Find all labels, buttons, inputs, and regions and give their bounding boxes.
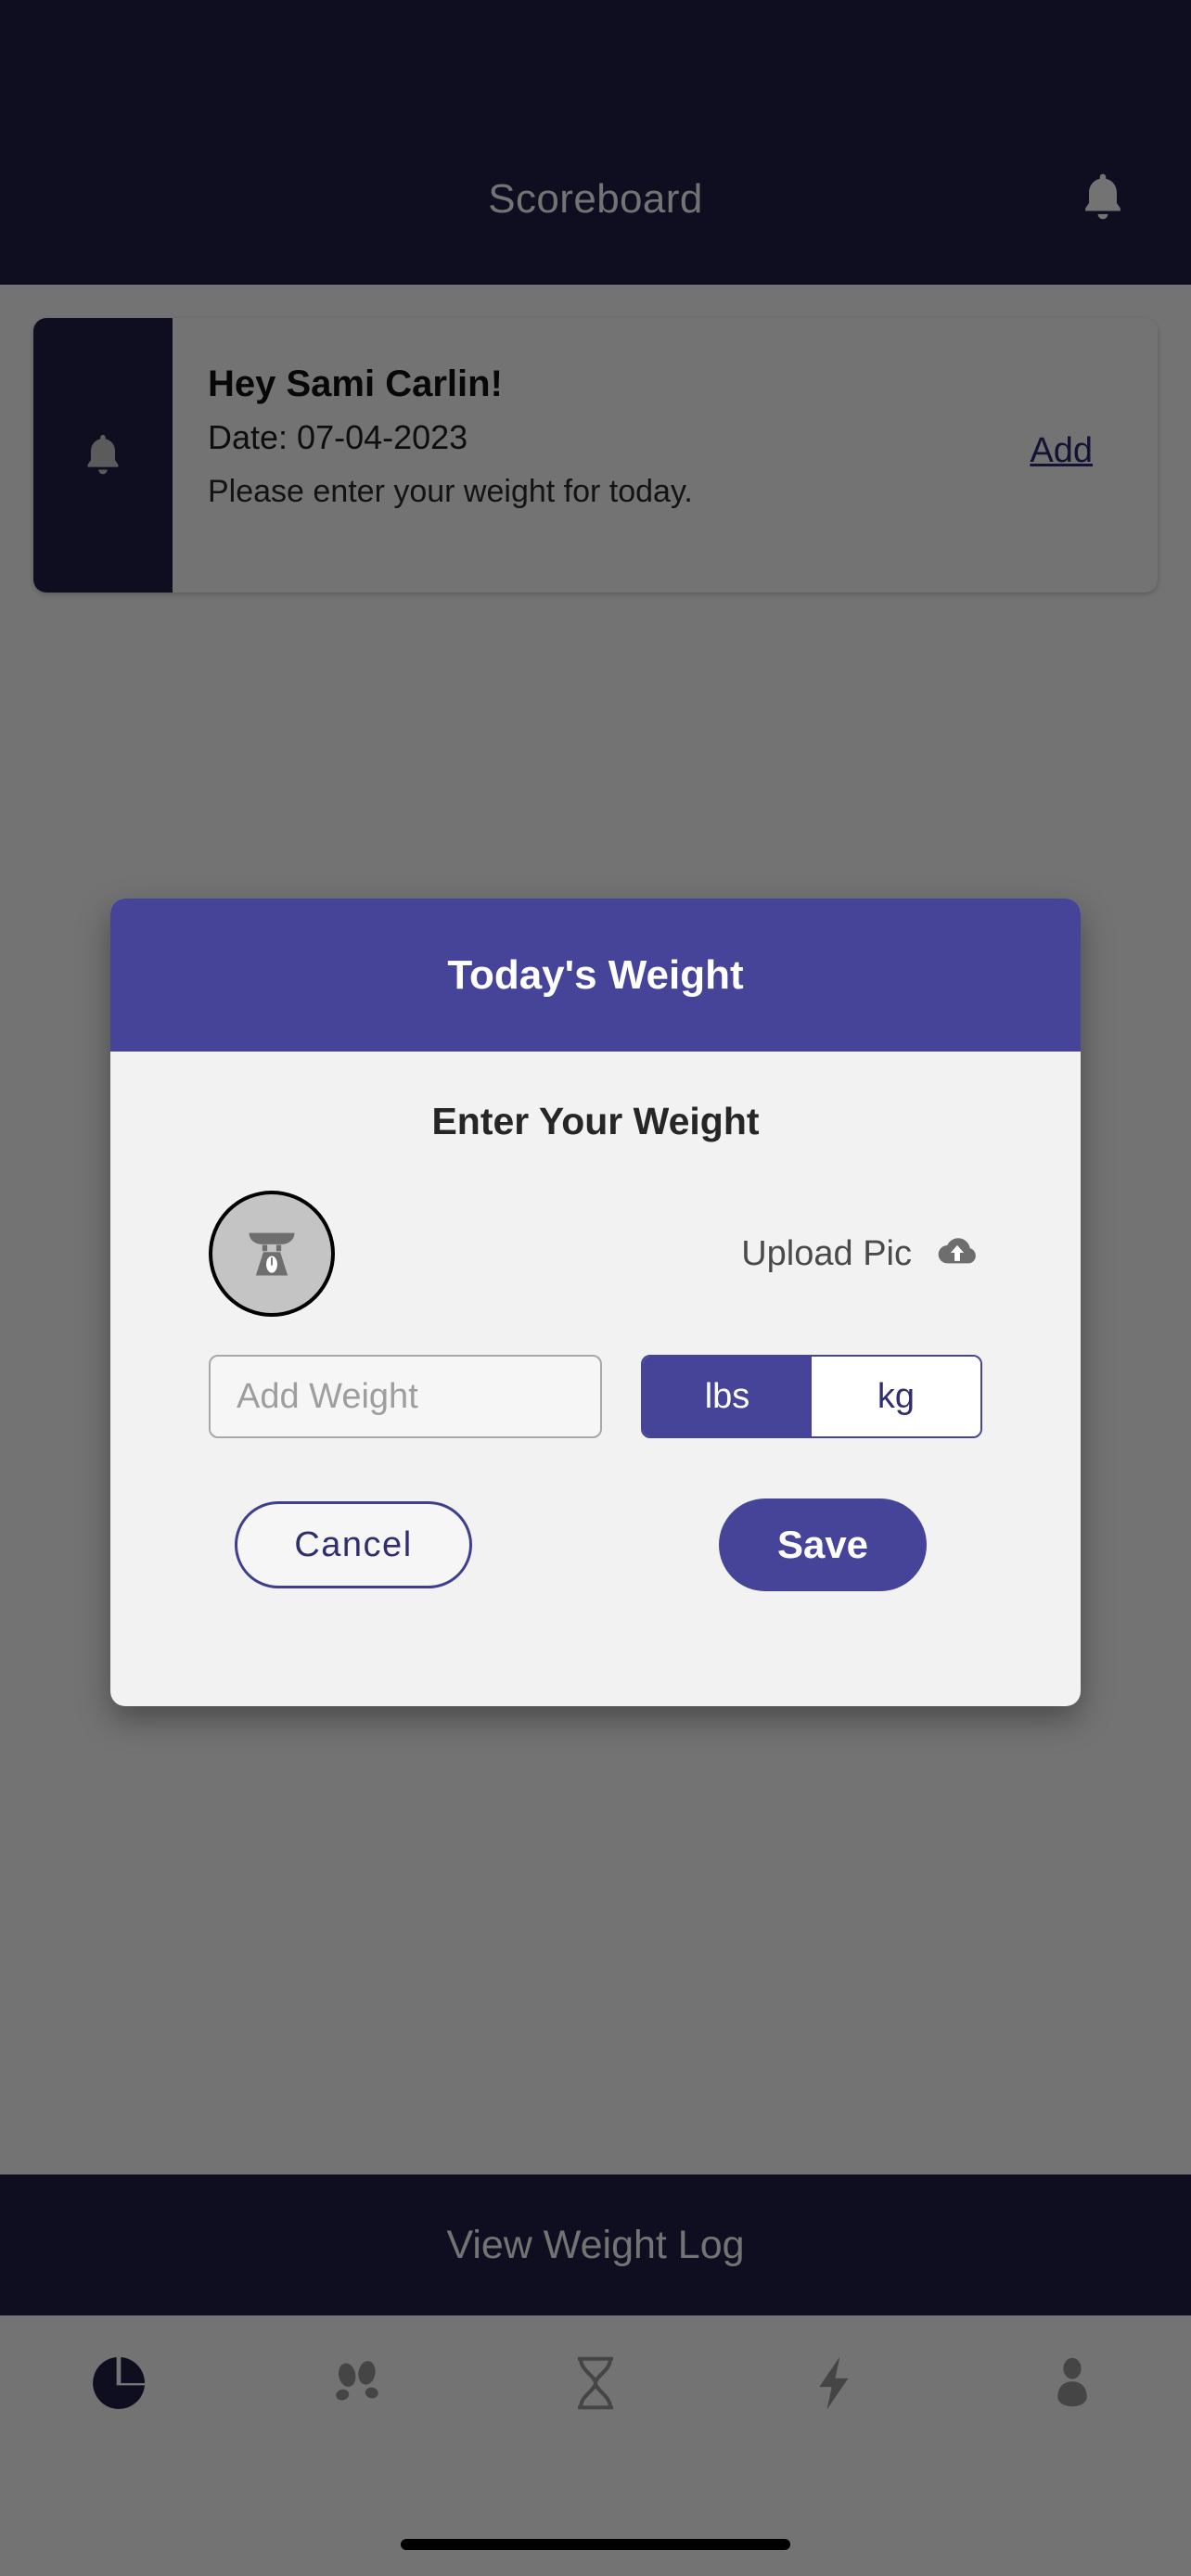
dialog-subtitle: Enter Your Weight — [431, 1100, 760, 1142]
dialog-header: Today's Weight — [110, 899, 1081, 1052]
save-button[interactable]: Save — [719, 1498, 927, 1591]
scale-upload-row: Upload Pic — [168, 1184, 1023, 1323]
weight-input-row: lbs kg — [168, 1355, 1023, 1438]
unit-toggle: lbs kg — [641, 1355, 982, 1438]
weight-scale-avatar[interactable] — [209, 1191, 335, 1317]
cancel-button[interactable]: Cancel — [235, 1501, 472, 1588]
todays-weight-dialog: Today's Weight Enter Your Weight Upload … — [110, 899, 1081, 1706]
dialog-body: Enter Your Weight Upload Pic Add Weight … — [110, 1052, 1081, 1706]
dialog-title: Today's Weight — [447, 951, 744, 998]
upload-pic-button[interactable]: Upload Pic — [741, 1231, 982, 1277]
cloud-upload-icon — [938, 1238, 976, 1264]
weight-scale-icon — [249, 1232, 295, 1276]
upload-pic-label: Upload Pic — [741, 1233, 912, 1273]
unit-option-lbs[interactable]: lbs — [643, 1357, 812, 1436]
weight-input[interactable] — [209, 1355, 602, 1438]
dialog-actions: Cancel Save — [168, 1496, 1023, 1594]
unit-option-kg[interactable]: kg — [812, 1357, 980, 1436]
